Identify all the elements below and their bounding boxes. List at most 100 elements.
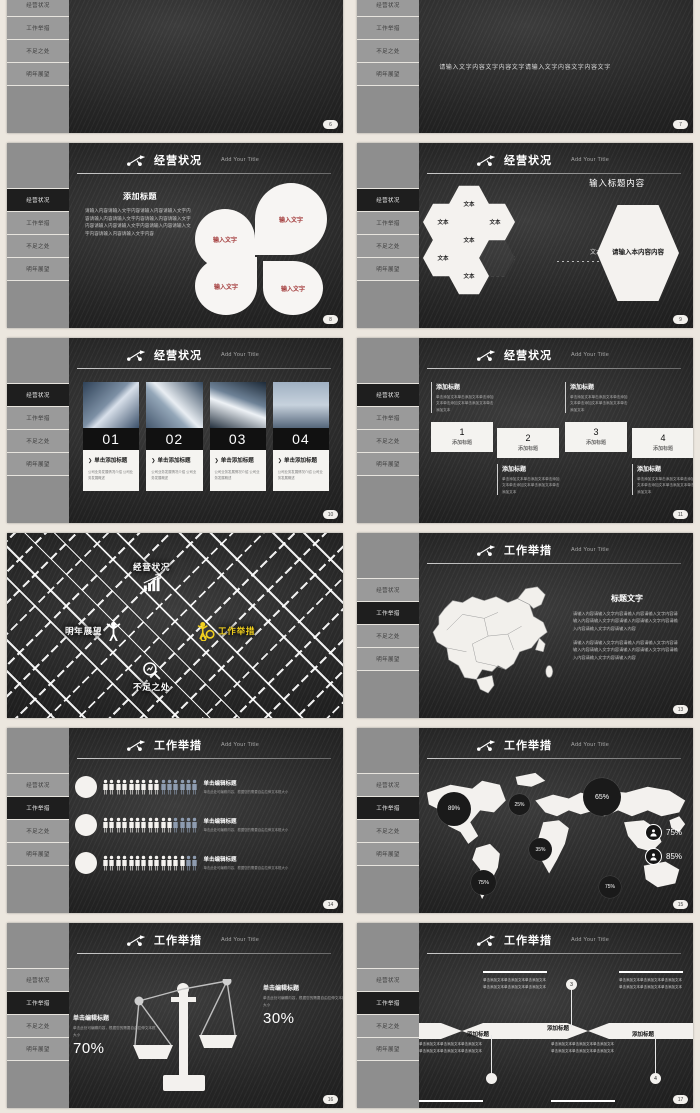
sidebar-item-4[interactable]: 明年展望 xyxy=(7,843,69,866)
sidebar-item-4[interactable]: 明年展望 xyxy=(357,648,419,671)
sidebar-item-4[interactable]: 明年展望 xyxy=(7,453,69,476)
sidebar-item-4[interactable]: 明年展望 xyxy=(357,453,419,476)
sidebar-item-1[interactable]: 经营状况 xyxy=(7,969,69,992)
sidebar-item-active[interactable]: 经营状况 xyxy=(357,189,419,212)
slide-cell[interactable]: 经营状况 工作举措 不足之处 明年展望 工作举措 Add Your Title xyxy=(0,918,350,1113)
sidebar-item-4[interactable]: 明年展望 xyxy=(7,258,69,281)
bubble-35[interactable]: 35% xyxy=(529,838,552,861)
sidebar-item-4[interactable]: 明年展望 xyxy=(357,63,419,86)
slide-cell[interactable]: 经营状况 工作举措 不足之处 明年展望 工作举措 Add Your Title … xyxy=(350,918,700,1113)
slide-cell[interactable]: 经营状况 工作举措 不足之处 明年展望 经营状况 Add Your Title … xyxy=(0,333,350,528)
slide-cell[interactable]: 经营状况 工作举措 不足之处 明年展望 经营状况 Add Your Title … xyxy=(0,138,350,333)
step-box-2[interactable]: 2 添加标题 xyxy=(497,428,559,458)
sidebar-item-1[interactable]: 经营状况 xyxy=(7,774,69,797)
slide-cell[interactable]: 经营状况 工作举措 不足之处 明年展望 工作举措 Add Your Title xyxy=(350,528,700,723)
slide-cell[interactable]: 经营状况 工作举措 不足之处 明年展望 工作举措 Add Your Title xyxy=(350,723,700,918)
sidebar-item-3[interactable]: 不足之处 xyxy=(357,430,419,453)
slide-16[interactable]: 经营状况 工作举措 不足之处 明年展望 工作举措 Add Your Title xyxy=(7,923,343,1108)
slide-17[interactable]: 经营状况 工作举措 不足之处 明年展望 工作举措 Add Your Title … xyxy=(357,923,693,1108)
big-hex[interactable]: 请输入本内容内容 xyxy=(597,205,679,301)
sidebar-item-active[interactable]: 工作举措 xyxy=(357,602,419,625)
card-item[interactable]: 02 单击添加标题 公司业务发展情况介绍 公司业务发展概述 xyxy=(146,382,203,491)
sidebar-item-3[interactable]: 不足之处 xyxy=(7,430,69,453)
sidebar-item-3[interactable]: 不足之处 xyxy=(357,625,419,648)
sidebar-item-active[interactable]: 经营状况 xyxy=(7,384,69,407)
bubble-75-left[interactable]: 75% xyxy=(471,870,496,895)
slide-06[interactable]: 经营状况 工作举措 不足之处 明年展望 单击编辑标题 单击此处可编辑内容，根据您… xyxy=(7,0,343,133)
slide-cell[interactable]: 经营状况 工作举措 不足之处 明年展望 工作举措 Add Your Title … xyxy=(0,723,350,918)
sidebar-item-2[interactable]: 工作举措 xyxy=(7,17,69,40)
sidebar-item-active[interactable]: 经营状况 xyxy=(7,189,69,212)
slide-13[interactable]: 经营状况 工作举措 不足之处 明年展望 工作举措 Add Your Title xyxy=(357,533,693,718)
sidebar-item-2[interactable]: 工作举措 xyxy=(357,407,419,430)
slide-12-divider[interactable]: 经营状况 明年展望 工作举措 不足之处 xyxy=(7,533,343,718)
sidebar-item-3[interactable]: 不足之处 xyxy=(7,820,69,843)
sidebar-item-active[interactable]: 经营状况 xyxy=(357,384,419,407)
bubble-89[interactable]: 89% xyxy=(437,792,471,826)
divider-label-1[interactable]: 经营状况 xyxy=(133,561,170,592)
bubble-75-right[interactable]: 75% xyxy=(599,876,621,898)
sidebar-item-3[interactable]: 不足之处 xyxy=(7,40,69,63)
slide-15[interactable]: 经营状况 工作举措 不足之处 明年展望 工作举措 Add Your Title xyxy=(357,728,693,913)
sidebar-item-1[interactable]: 经营状况 xyxy=(7,0,69,17)
slide-08[interactable]: 经营状况 工作举措 不足之处 明年展望 经营状况 Add Your Title … xyxy=(7,143,343,328)
slide-cell[interactable]: 经营状况 工作举措 不足之处 明年展望 主题 研发 请输入文字内容文字内容文字请… xyxy=(350,0,700,138)
sidebar-item-4[interactable]: 明年展望 xyxy=(357,843,419,866)
slide-11[interactable]: 经营状况 工作举措 不足之处 明年展望 经营状况 Add Your Title … xyxy=(357,338,693,523)
slide-10[interactable]: 经营状况 工作举措 不足之处 明年展望 经营状况 Add Your Title … xyxy=(7,338,343,523)
bubble-25[interactable]: 25% xyxy=(509,794,530,815)
slide-cell[interactable]: 经营状况 明年展望 工作举措 不足之处 xyxy=(0,528,350,723)
petal-top-right[interactable]: 输入文字 xyxy=(255,183,327,255)
divider-label-3[interactable]: 工作举措 xyxy=(197,621,255,641)
slide-cell[interactable]: 经营状况 工作举措 不足之处 明年展望 单击编辑标题 单击此处可编辑内容，根据您… xyxy=(0,0,350,138)
sidebar-item-active[interactable]: 工作举措 xyxy=(7,992,69,1015)
sidebar-item-1[interactable]: 经营状况 xyxy=(357,774,419,797)
sidebar-item-active[interactable]: 工作举措 xyxy=(357,797,419,820)
sidebar-item-3[interactable]: 不足之处 xyxy=(357,1015,419,1038)
step-badge-3[interactable]: 3 xyxy=(566,979,577,990)
petal-bottom-right[interactable]: 输入文字 xyxy=(263,261,323,315)
sidebar-item-1[interactable]: 经营状况 xyxy=(357,0,419,17)
china-map[interactable] xyxy=(423,575,571,705)
sidebar-item-4[interactable]: 明年展望 xyxy=(357,1038,419,1061)
sidebar-item-2[interactable]: 工作举措 xyxy=(7,407,69,430)
bubble-value: 75% xyxy=(477,879,489,886)
divider-label-4[interactable]: 不足之处 xyxy=(133,661,170,693)
step-badge-4[interactable]: 4 xyxy=(650,1073,661,1084)
sidebar-item-4[interactable]: 明年展望 xyxy=(7,63,69,86)
sidebar-item-2[interactable]: 工作举措 xyxy=(7,212,69,235)
sidebar-item-3[interactable]: 不足之处 xyxy=(7,1015,69,1038)
card-item[interactable]: 03 单击添加标题 公司业务发展情况介绍 公司业务发展概述 xyxy=(209,382,266,491)
step-box-4[interactable]: 4 添加标题 xyxy=(632,428,693,458)
petal-bottom-left[interactable]: 输入文字 xyxy=(195,257,257,315)
hex-label: 文本 xyxy=(463,202,475,208)
slide-cell[interactable]: 经营状况 工作举措 不足之处 明年展望 经营状况 Add Your Title … xyxy=(350,333,700,528)
step-box-3[interactable]: 3 添加标题 xyxy=(565,422,627,452)
card-item[interactable]: 04 单击添加标题 公司业务发展情况介绍 公司业务发展概述 xyxy=(272,382,329,491)
sidebar-item-2[interactable]: 工作举措 xyxy=(357,17,419,40)
sidebar-item-4[interactable]: 明年展望 xyxy=(357,258,419,281)
step-box-1[interactable]: 1 添加标题 xyxy=(431,422,493,452)
sidebar-item-3[interactable]: 不足之处 xyxy=(7,235,69,258)
sidebar-item-active[interactable]: 工作举措 xyxy=(7,797,69,820)
sidebar-item-2[interactable]: 工作举措 xyxy=(357,212,419,235)
sidebar-item-3[interactable]: 不足之处 xyxy=(357,40,419,63)
slide-09[interactable]: 经营状况 工作举措 不足之处 明年展望 经营状况 Add Your Title … xyxy=(357,143,693,328)
slide-07[interactable]: 经营状况 工作举措 不足之处 明年展望 主题 研发 请输入文字内容文字内容文字请… xyxy=(357,0,693,133)
bubble-65[interactable]: 65% xyxy=(583,778,621,816)
legend-female[interactable]: 75% xyxy=(645,824,682,841)
sidebar-item-active[interactable]: 工作举措 xyxy=(357,992,419,1015)
sidebar-item-1[interactable]: 经营状况 xyxy=(357,969,419,992)
slide-14[interactable]: 经营状况 工作举措 不足之处 明年展望 工作举措 Add Your Title … xyxy=(7,728,343,913)
divider-label-2[interactable]: 明年展望 xyxy=(65,621,122,641)
hex-label: 文本 xyxy=(463,238,475,244)
legend-male[interactable]: 85% xyxy=(645,848,682,865)
sidebar-item-1[interactable]: 经营状况 xyxy=(357,579,419,602)
sidebar-item-4[interactable]: 明年展望 xyxy=(7,1038,69,1061)
step-badge-2[interactable] xyxy=(486,1073,497,1084)
card-desc: 公司业务发展情况介绍 公司业务发展概述 xyxy=(277,470,323,481)
sidebar-item-3[interactable]: 不足之处 xyxy=(357,820,419,843)
card-item[interactable]: 01 单击添加标题 公司业务发展情况介绍 公司业务发展概述 xyxy=(83,382,140,491)
slide-cell[interactable]: 经营状况 工作举措 不足之处 明年展望 经营状况 Add Your Title … xyxy=(350,138,700,333)
sidebar-item-3[interactable]: 不足之处 xyxy=(357,235,419,258)
